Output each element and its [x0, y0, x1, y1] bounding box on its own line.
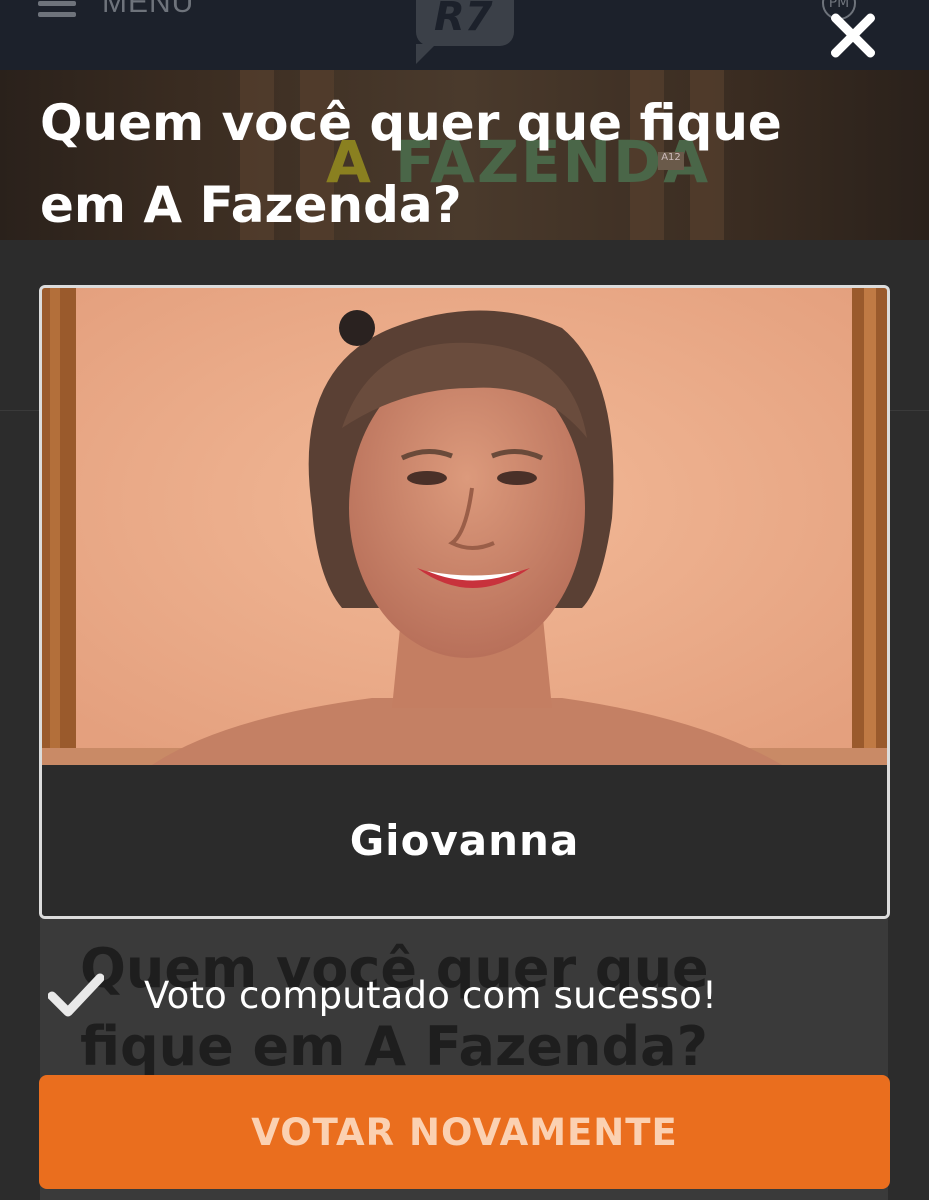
menu-label: MENU	[102, 0, 195, 19]
menu-icon	[38, 0, 76, 17]
vote-again-button[interactable]: VOTAR NOVAMENTE	[39, 1075, 890, 1189]
close-icon[interactable]	[822, 5, 882, 65]
candidate-card: Giovanna	[39, 285, 890, 919]
check-icon	[48, 973, 104, 1017]
candidate-photo	[42, 288, 887, 765]
modal-title: Quem você quer que fique em A Fazenda?	[40, 94, 782, 234]
logo-text: R7	[434, 0, 493, 40]
menu-button[interactable]: MENU	[38, 0, 194, 20]
site-header: MENU R7 PM	[0, 0, 929, 70]
success-text: Voto computado com sucesso!	[144, 973, 718, 1017]
candidate-name[interactable]: Giovanna	[42, 765, 887, 916]
success-message: Voto computado com sucesso!	[48, 972, 717, 1018]
site-logo[interactable]: R7	[416, 0, 514, 64]
